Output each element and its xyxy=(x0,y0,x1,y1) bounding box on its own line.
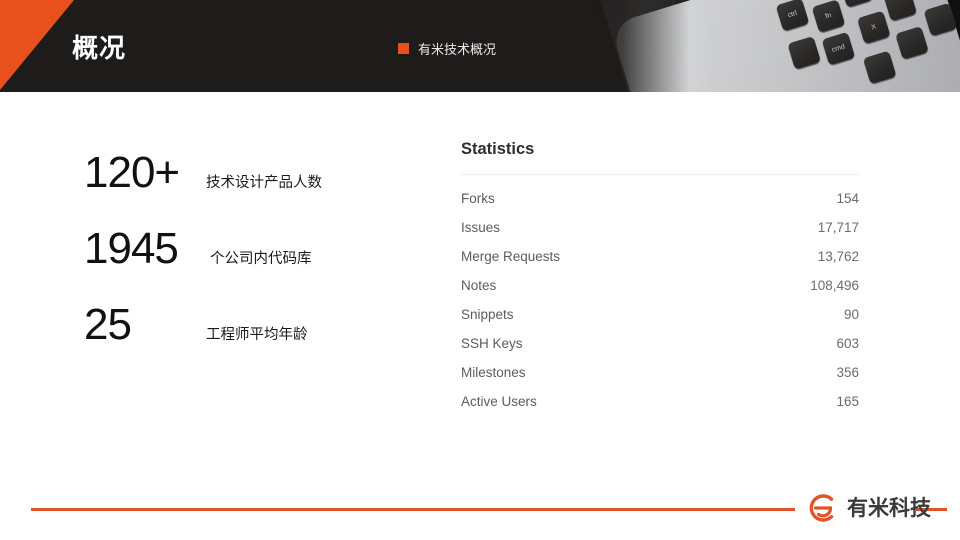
square-bullet-icon xyxy=(398,43,409,54)
table-row: Notes 108,496 xyxy=(461,271,859,300)
table-row: Snippets 90 xyxy=(461,300,859,329)
kpi-number: 25 xyxy=(84,300,132,349)
kpi-item: 1945 个公司内代码库 xyxy=(84,224,404,300)
stat-value: 603 xyxy=(836,336,859,351)
stat-label: Forks xyxy=(461,191,495,206)
kpi-label: 工程师平均年龄 xyxy=(206,327,308,343)
kpi-item: 120+ 技术设计产品人数 xyxy=(84,148,404,224)
brand-logo: 有米科技 xyxy=(806,491,931,525)
keyboard-image: ctrl fn Y cmd X xyxy=(769,0,960,92)
key-blank-4 xyxy=(862,50,897,85)
header-photo: ctrl fn Y cmd X xyxy=(540,0,960,92)
stat-label: Active Users xyxy=(461,394,537,409)
header-subtitle: 有米技术概况 xyxy=(398,39,496,58)
kpi-item: 25 工程师平均年龄 xyxy=(84,300,404,376)
stat-value: 356 xyxy=(836,365,859,380)
stat-value: 13,762 xyxy=(817,249,859,264)
key-cmd: cmd xyxy=(821,31,856,66)
stat-label: Snippets xyxy=(461,307,514,322)
statistics-title: Statistics xyxy=(461,140,535,158)
table-row: Active Users 165 xyxy=(461,387,859,416)
kpi-number: 1945 xyxy=(84,224,179,273)
key-ctrl: ctrl xyxy=(775,0,810,32)
stat-value: 17,717 xyxy=(817,220,859,235)
kpi-label: 个公司内代码库 xyxy=(210,251,312,267)
kpi-list: 120+ 技术设计产品人数 1945 个公司内代码库 25 工程师平均年龄 xyxy=(84,148,404,376)
stat-value: 154 xyxy=(836,191,859,206)
key-y: Y xyxy=(839,0,874,8)
statistics-panel: Statistics Forks 154 Issues 17,717 Merge… xyxy=(461,140,859,416)
stat-label: Milestones xyxy=(461,365,526,380)
table-row: Merge Requests 13,762 xyxy=(461,242,859,271)
stat-value: 165 xyxy=(836,394,859,409)
page-title: 概况 xyxy=(72,34,127,64)
footer-rule-left xyxy=(31,508,795,511)
stat-label: Issues xyxy=(461,220,501,235)
header-subtitle-label: 有米技术概况 xyxy=(418,43,497,58)
table-row: Issues 17,717 xyxy=(461,213,859,242)
key-blank-6 xyxy=(923,2,958,37)
key-fn: fn xyxy=(811,0,846,33)
stat-value: 90 xyxy=(843,307,859,322)
key-blank-1 xyxy=(883,0,918,22)
stat-value: 108,496 xyxy=(810,278,859,293)
kpi-number: 120+ xyxy=(84,148,180,197)
table-row: Milestones 356 xyxy=(461,358,859,387)
table-row: Forks 154 xyxy=(461,184,859,213)
stat-label: SSH Keys xyxy=(461,336,523,351)
photo-fade-overlay xyxy=(540,0,690,92)
stat-label: Notes xyxy=(461,278,497,293)
youmi-logo-icon xyxy=(809,494,834,522)
kpi-label: 技术设计产品人数 xyxy=(206,175,322,191)
statistics-divider xyxy=(461,174,859,175)
table-row: SSH Keys 603 xyxy=(461,329,859,358)
key-blank-2 xyxy=(787,35,822,70)
key-x: X xyxy=(856,10,891,45)
slide-header: ctrl fn Y cmd X 概况 有米技术概况 xyxy=(0,0,960,92)
brand-name: 有米科技 xyxy=(847,495,931,520)
corner-accent-triangle xyxy=(0,0,74,90)
stat-label: Merge Requests xyxy=(461,249,561,264)
key-blank-3 xyxy=(895,26,929,60)
